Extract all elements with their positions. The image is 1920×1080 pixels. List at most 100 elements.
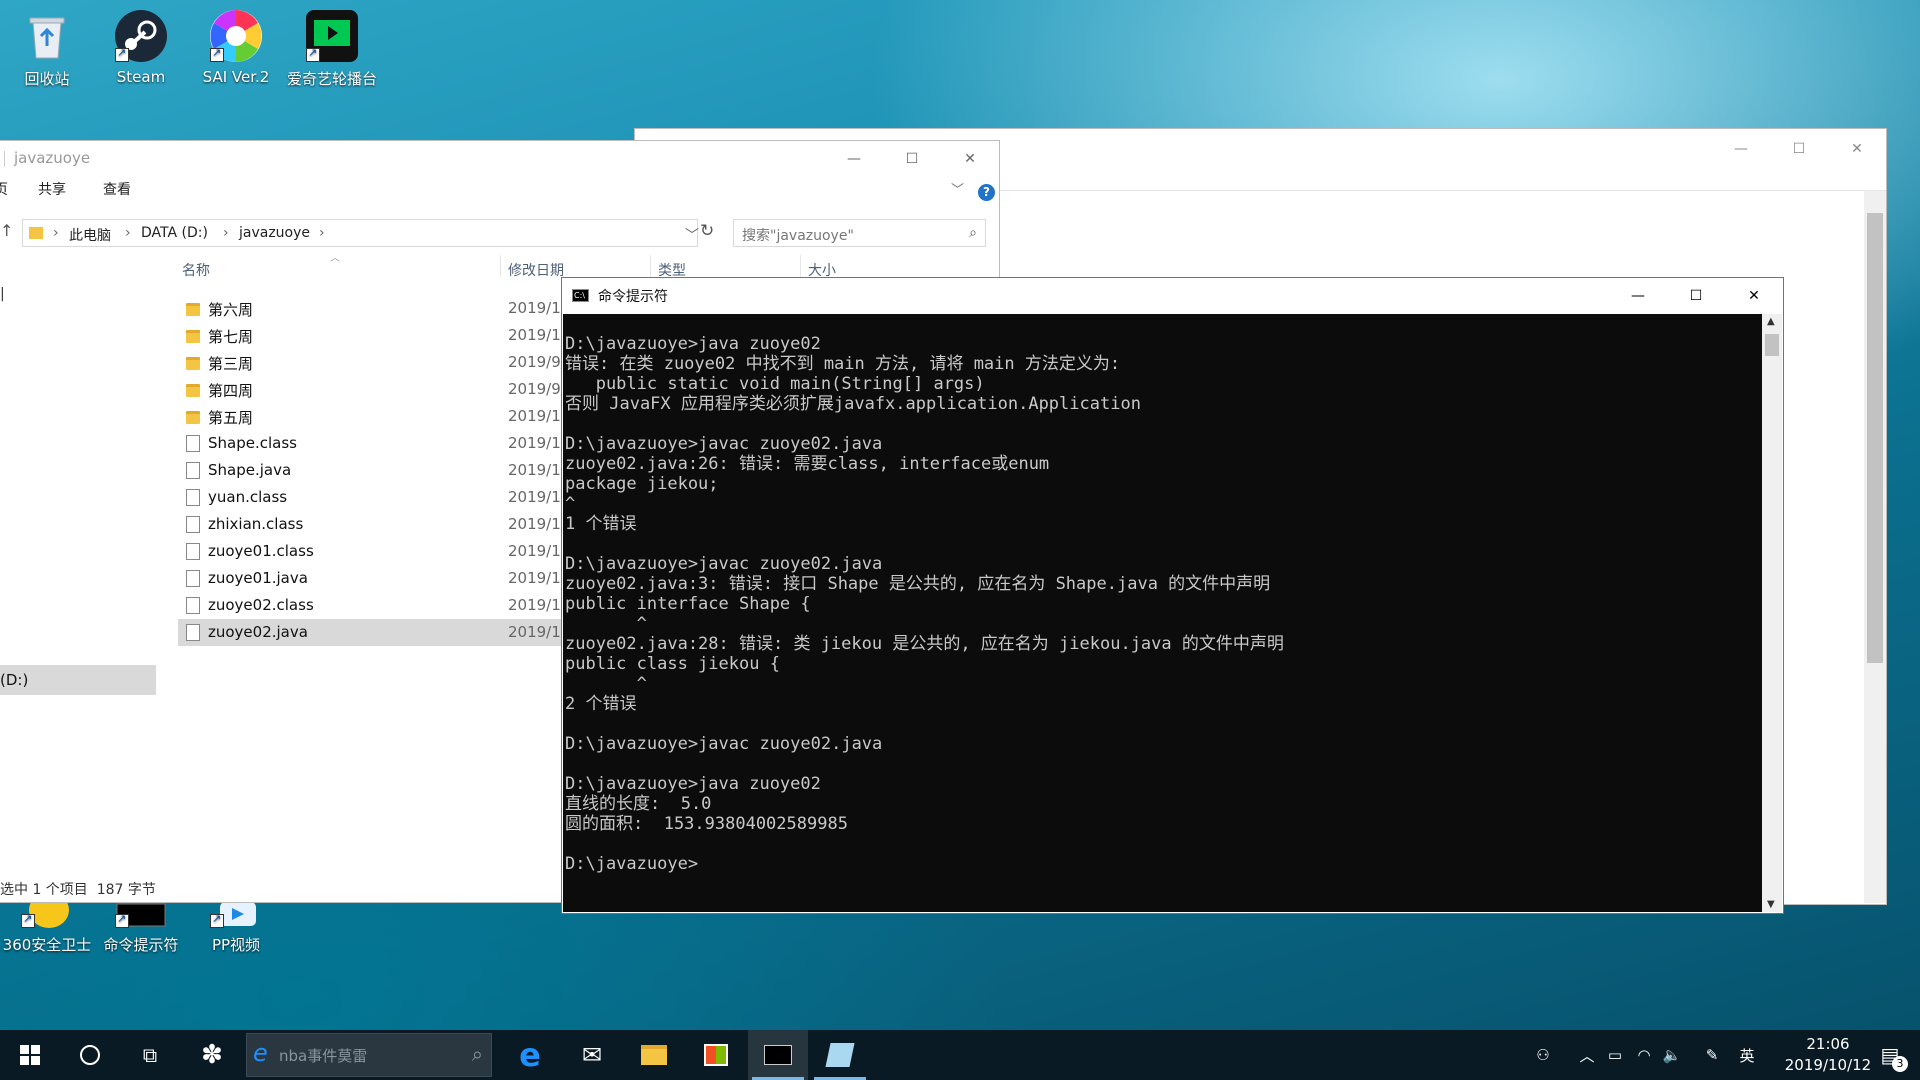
desktop-icon-steam[interactable]: Steam: [96, 8, 186, 86]
ribbon-expand-chevron-icon[interactable]: ﹀: [951, 179, 964, 198]
desktop-icon-cmd[interactable]: 命令提示符: [96, 900, 186, 955]
taskbar-app-cmd[interactable]: [748, 1030, 808, 1080]
ribbon-tab-home[interactable]: 页: [0, 179, 8, 199]
list-item-file[interactable]: Shape.java 2019/10: [178, 457, 570, 484]
list-item-folder[interactable]: 第三周 2019/9/: [178, 349, 568, 376]
tray-overflow-chevron-icon[interactable]: ︿: [1575, 1030, 1599, 1080]
cmd-close-button[interactable]: ✕: [1725, 280, 1783, 312]
taskbar-app-explorer[interactable]: [624, 1030, 684, 1080]
taskbar-search-box[interactable]: e nba事件莫雷 ⌕: [246, 1033, 492, 1077]
list-item-folder[interactable]: 第四周 2019/9/: [178, 376, 568, 403]
explorer-title-separator: [4, 151, 5, 167]
desktop-icon-iqiyi-carousel[interactable]: 爱奇艺轮播台: [287, 8, 377, 89]
list-item-file[interactable]: yuan.class 2019/10: [178, 484, 570, 511]
terminal-line: zuoye02.java:28: 错误: 类 jiekou 是公共的, 应在名为…: [565, 634, 1284, 654]
background-minimize-button[interactable]: —: [1712, 133, 1770, 165]
file-name: yuan.class: [208, 488, 288, 506]
column-header-name[interactable]: 名称: [182, 260, 210, 280]
taskbar-app-mail[interactable]: ✉: [562, 1030, 622, 1080]
list-item-file[interactable]: Shape.class 2019/10: [178, 430, 570, 457]
cmd-maximize-button[interactable]: ☐: [1667, 280, 1725, 312]
search-box[interactable]: 搜索"javazuoye" ⌕: [733, 219, 986, 247]
store-bag-icon: [704, 1044, 728, 1066]
background-maximize-button[interactable]: ☐: [1770, 133, 1828, 165]
desktop-icon-pptv[interactable]: PP视频: [191, 900, 281, 955]
desktop-icon-label: 360安全卫士: [2, 936, 92, 954]
people-icon[interactable]: ⚇: [1528, 1030, 1558, 1080]
taskbar-search-input[interactable]: nba事件莫雷: [279, 1045, 367, 1066]
cortana-button[interactable]: [60, 1030, 120, 1080]
ime-indicator[interactable]: 英: [1732, 1030, 1762, 1080]
address-dropdown-icon[interactable]: ﹀: [685, 225, 699, 245]
list-item-folder[interactable]: 第五周 2019/10: [178, 403, 570, 430]
cmd-scrollbar[interactable]: ▲ ▼: [1762, 314, 1782, 912]
explorer-maximize-button[interactable]: ☐: [883, 143, 941, 175]
scroll-up-arrow-icon[interactable]: ▲: [1767, 316, 1775, 327]
breadcrumb-drive[interactable]: DATA (D:): [141, 225, 208, 241]
cmd-titlebar[interactable]: C:\ 命令提示符 — ☐ ✕: [562, 278, 1783, 314]
terminal-output[interactable]: D:\javazuoye>java zuoye02 错误: 在类 zuoye02…: [563, 314, 1763, 912]
column-header-date[interactable]: 修改日期: [508, 260, 564, 280]
terminal-line: zuoye02.java:3: 错误: 接口 Shape 是公共的, 应在名为 …: [565, 574, 1271, 594]
background-window-scrollbar[interactable]: [1864, 191, 1886, 903]
up-arrow-icon[interactable]: ↑: [0, 221, 13, 240]
breadcrumb-chevron-icon[interactable]: ›: [223, 225, 229, 241]
volume-icon[interactable]: 🔈: [1660, 1030, 1684, 1080]
desktop-icon-360[interactable]: 360安全卫士: [2, 892, 92, 955]
ribbon-tab-share[interactable]: 共享: [38, 179, 66, 199]
explorer-close-button[interactable]: ✕: [941, 143, 999, 175]
list-item-file[interactable]: zuoye01.class 2019/10: [178, 538, 570, 565]
list-item-file[interactable]: zuoye01.java 2019/10: [178, 565, 570, 592]
ribbon-tab-view[interactable]: 查看: [103, 179, 131, 199]
battery-icon[interactable]: ▭: [1603, 1030, 1627, 1080]
taskbar-app-pinwheel[interactable]: ✽: [180, 1030, 244, 1080]
action-center-button[interactable]: ▤ 3: [1870, 1030, 1910, 1080]
explorer-titlebar[interactable]: javazuoye — ☐ ✕: [0, 141, 999, 173]
breadcrumb-chevron-icon[interactable]: ›: [125, 225, 131, 241]
cmd-title: 命令提示符: [598, 289, 668, 305]
pen-icon[interactable]: ✎: [1700, 1030, 1724, 1080]
windows-logo-icon: [20, 1045, 40, 1065]
list-item-file-selected[interactable]: zuoye02.java 2019/10: [178, 619, 570, 646]
breadcrumb-chevron-icon[interactable]: ›: [319, 225, 325, 241]
terminal-line: ^: [565, 494, 576, 514]
start-button[interactable]: [0, 1030, 60, 1080]
desktop-icon-sai[interactable]: SAI Ver.2: [191, 8, 281, 86]
sai-color-wheel-icon: [208, 8, 264, 64]
list-item-folder[interactable]: 第六周 2019/10: [178, 295, 570, 322]
taskbar-app-store[interactable]: [686, 1030, 746, 1080]
cmd-scroll-thumb[interactable]: [1765, 334, 1779, 356]
list-item-file[interactable]: zuoye02.class 2019/10: [178, 592, 570, 619]
task-view-button[interactable]: ⧉: [120, 1030, 180, 1080]
address-bar[interactable]: › 此电脑 › DATA (D:) › javazuoye › ﹀: [22, 219, 699, 247]
command-prompt-window[interactable]: C:\ 命令提示符 — ☐ ✕ D:\javazuoye>java zuoye0…: [561, 277, 1784, 914]
shortcut-arrow-icon: [115, 912, 129, 928]
breadcrumb-chevron-icon[interactable]: ›: [53, 225, 59, 241]
list-item-file[interactable]: zhixian.class 2019/10: [178, 511, 570, 538]
search-icon[interactable]: ⌕: [472, 1042, 483, 1066]
taskbar-app-edge[interactable]: e: [500, 1030, 560, 1080]
scroll-down-arrow-icon[interactable]: ▼: [1767, 899, 1775, 910]
help-icon[interactable]: ?: [978, 184, 995, 201]
nav-item-label: (D:): [0, 671, 29, 689]
breadcrumb-this-pc[interactable]: 此电脑: [69, 225, 111, 245]
wifi-icon[interactable]: ◠: [1632, 1030, 1656, 1080]
explorer-minimize-button[interactable]: —: [825, 143, 883, 175]
file-icon: [186, 489, 200, 506]
taskbar-app-notes[interactable]: [810, 1030, 870, 1080]
terminal-line: ^: [565, 614, 647, 634]
recycle-bin-icon: [19, 8, 75, 64]
background-close-button[interactable]: ✕: [1828, 133, 1886, 165]
list-item-folder[interactable]: 第七周 2019/10: [178, 322, 570, 349]
breadcrumb-folder[interactable]: javazuoye: [239, 225, 310, 241]
file-icon: [186, 597, 200, 614]
search-input[interactable]: 搜索"javazuoye": [742, 225, 854, 245]
desktop-icon-recycle-bin[interactable]: 回收站: [2, 8, 92, 89]
refresh-icon[interactable]: ↻: [700, 221, 714, 241]
background-scroll-thumb[interactable]: [1867, 213, 1883, 663]
search-icon[interactable]: ⌕: [969, 225, 977, 241]
terminal-line: zuoye02.java:26: 错误: 需要class, interface或…: [565, 454, 1050, 474]
cmd-minimize-button[interactable]: —: [1609, 280, 1667, 312]
desktop-icon-label: 回收站: [24, 70, 70, 88]
nav-item-drive-selected[interactable]: (D:): [0, 665, 156, 695]
